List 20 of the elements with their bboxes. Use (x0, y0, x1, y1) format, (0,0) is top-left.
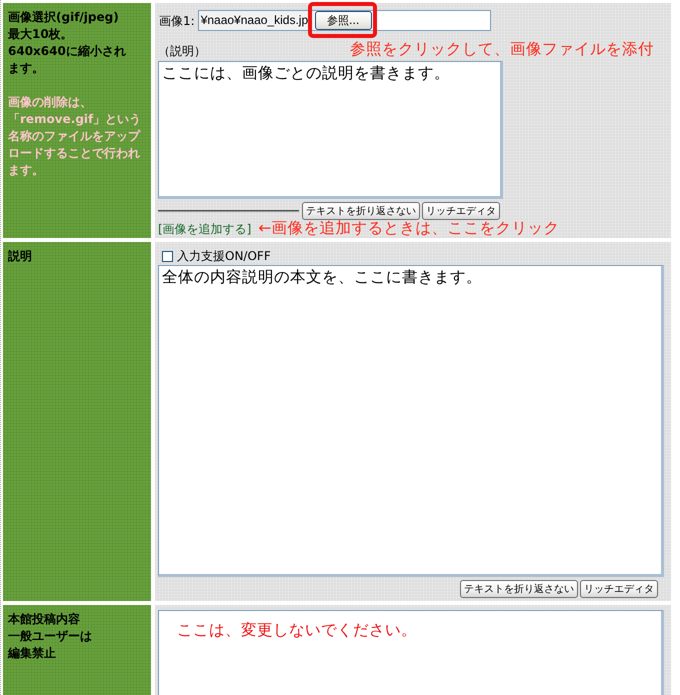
caption-textarea[interactable]: ここには、画像ごとの説明を書きます。 (158, 61, 503, 199)
editor-button[interactable]: テキストを折り返さない (302, 202, 420, 220)
assist-checkbox[interactable] (162, 250, 173, 262)
editor-button[interactable]: テキストを折り返さない (460, 580, 578, 598)
section-heading: 画像選択(gif/jpeg) 最大10枚。 640x640に縮小されます。 (8, 9, 127, 77)
add-image-hint: ←画像を追加するときは、ここをクリック (258, 220, 560, 237)
editor-button[interactable]: リッチエディタ (422, 202, 500, 220)
add-image-link[interactable]: [画像を追加する] (158, 222, 252, 237)
section-heading: 説明 (8, 248, 33, 265)
assist-label: 入力支援ON/OFF (177, 249, 271, 263)
file-input[interactable]: ¥naao¥naao_kids.jp 参照... (198, 10, 491, 31)
caption-label: （説明） (158, 44, 206, 58)
file-label: 画像1: (159, 14, 195, 28)
locked-textarea[interactable]: ここは、変更しないでください。 (158, 610, 664, 695)
editor-button[interactable]: リッチエディタ (580, 580, 658, 598)
section-note: 画像の削除は、「remove.gif」という名称のファイルをアップロードすることで行われます。 (8, 94, 142, 179)
body-textarea[interactable]: 全体の内容説明の本文を、ここに書きます。 (158, 265, 664, 577)
browse-button[interactable]: 参照... (314, 11, 372, 30)
section-heading: 本館投稿内容 一般ユーザーは 編集禁止 (8, 611, 93, 662)
browse-hint: 参照をクリックして、画像ファイルを添付 (350, 41, 654, 58)
